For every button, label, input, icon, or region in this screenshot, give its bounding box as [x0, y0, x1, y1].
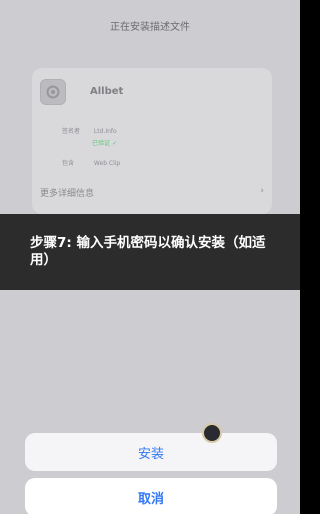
signer-key: 签名者 — [62, 128, 81, 135]
instruction-text: 步骤7: 输入手机密码以确认安装（如适用） — [30, 235, 266, 268]
gear-icon — [40, 79, 66, 105]
chevron-right-icon: › — [260, 186, 264, 196]
more-details-label: 更多详细信息 — [40, 189, 95, 199]
contains-row: 包含 Web Clip — [62, 158, 120, 167]
install-profile-screen: 正在安装描述文件 Allbet 签名者 Ltd.Info 已验证 ✓ 包含 We… — [0, 0, 300, 514]
checkmark-icon: ✓ — [111, 140, 117, 147]
page-title: 正在安装描述文件 — [110, 22, 190, 33]
touch-indicator-icon — [202, 423, 222, 443]
verified-label: 已验证 — [92, 140, 111, 147]
profile-name: Allbet — [90, 86, 124, 97]
more-details-row[interactable]: 更多详细信息 › — [40, 186, 264, 199]
cancel-button[interactable]: 取消 — [25, 478, 277, 514]
profile-card: Allbet 签名者 Ltd.Info 已验证 ✓ 包含 Web Clip 更多… — [32, 68, 272, 214]
contains-value: Web Clip — [93, 160, 121, 167]
install-button[interactable]: 安装 — [25, 433, 277, 471]
contains-key: 包含 — [62, 160, 75, 167]
gear-icon-glyph — [46, 85, 60, 99]
signer-value: Ltd.Info — [93, 128, 117, 135]
signer-row: 签名者 Ltd.Info — [62, 126, 117, 135]
verified-row: 已验证 ✓ — [92, 138, 117, 147]
